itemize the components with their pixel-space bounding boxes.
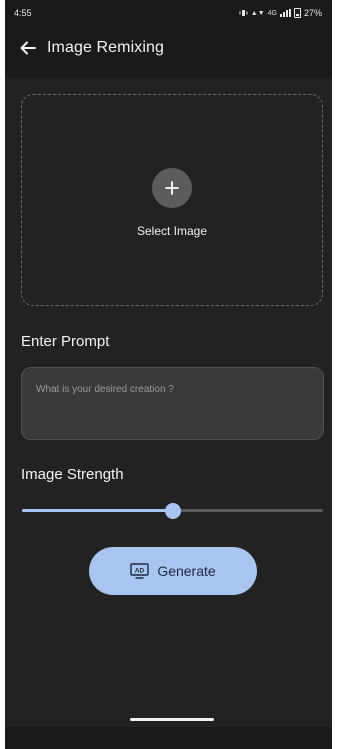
signal-icon <box>279 9 291 17</box>
plus-icon <box>165 181 179 195</box>
status-time: 4:55 <box>14 8 32 18</box>
phone-screen: 4:55 ▲▼ 4G 27% Image Remixing Select Ima… <box>5 0 332 749</box>
generate-button[interactable]: AD Generate <box>89 547 257 595</box>
status-icons: ▲▼ 4G 27% <box>239 8 322 18</box>
slider-thumb[interactable] <box>164 503 181 519</box>
navigation-bar <box>5 727 332 749</box>
page-title: Image Remixing <box>47 39 165 56</box>
data-icon: ▲▼ <box>250 9 265 17</box>
home-indicator[interactable] <box>130 718 214 721</box>
prompt-input[interactable] <box>36 384 309 395</box>
ad-icon: AD <box>130 563 150 579</box>
network-type: 4G <box>267 9 277 17</box>
select-image-label[interactable]: Select Image <box>5 224 332 238</box>
prompt-label: Enter Prompt <box>21 333 110 350</box>
app-bar: Image Remixing <box>5 26 332 78</box>
image-strength-label: Image Strength <box>21 466 124 483</box>
status-bar: 4:55 ▲▼ 4G 27% <box>5 0 332 26</box>
arrow-left-icon[interactable] <box>18 38 38 58</box>
prompt-field[interactable] <box>21 367 324 440</box>
battery-icon <box>293 8 301 18</box>
generate-label: Generate <box>157 563 216 579</box>
slider-fill <box>22 509 173 512</box>
battery-percentage: 27% <box>303 8 322 18</box>
vibrate-icon <box>239 10 248 16</box>
svg-text:AD: AD <box>135 568 145 575</box>
image-strength-slider[interactable] <box>22 500 323 522</box>
add-image-button[interactable] <box>152 168 192 208</box>
